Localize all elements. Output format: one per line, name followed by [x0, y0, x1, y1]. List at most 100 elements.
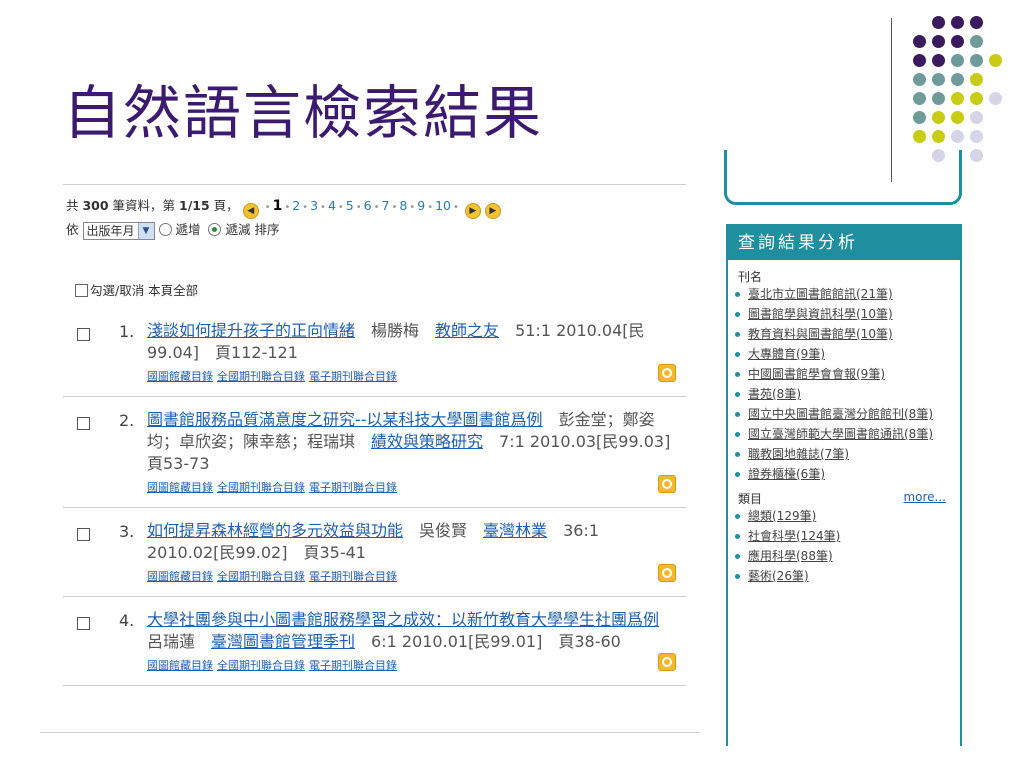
holding-links: 國圖館藏目錄 全國期刊聯合目錄 電子期刊聯合目錄: [147, 475, 680, 499]
decorative-dot: [951, 130, 964, 143]
holding-links: 國圖館藏目錄 全國期刊聯合目錄 電子期刊聯合目錄: [147, 564, 680, 588]
result-checkbox[interactable]: [77, 617, 90, 630]
sort-desc-radio[interactable]: [208, 223, 222, 236]
pager-separator: •: [264, 202, 271, 213]
decorative-dot: [970, 73, 983, 86]
holding-link[interactable]: 國圖館藏目錄: [147, 370, 213, 383]
result-citation: 6:1 2010.01[民99.01] 頁38-60: [371, 632, 621, 651]
journal-facet-link[interactable]: 職教園地雜誌(7筆): [748, 447, 849, 461]
page-link[interactable]: 3: [310, 198, 318, 213]
search-icon[interactable]: [658, 653, 676, 671]
page-link[interactable]: 8: [399, 198, 407, 213]
holding-link[interactable]: 全國期刊聯合目錄: [217, 570, 305, 583]
category-facet-item: 藝術(26筆): [735, 569, 950, 584]
journal-facet-link[interactable]: 臺北市立圖書館館訊(21筆): [748, 287, 893, 301]
pager-separator: •: [373, 202, 380, 213]
search-icon[interactable]: [658, 364, 676, 382]
page-link[interactable]: 7: [382, 198, 390, 213]
result-title-link[interactable]: 如何提昇森林經營的多元效益與功能: [147, 521, 403, 540]
result-journal-link[interactable]: 教師之友: [435, 321, 499, 340]
category-facet-link[interactable]: 藝術(26筆): [748, 569, 809, 583]
result-checkbox[interactable]: [77, 417, 90, 430]
journal-facet-link[interactable]: 證券櫃檯(6筆): [748, 467, 825, 481]
search-icon[interactable]: [658, 564, 676, 582]
page-link[interactable]: 5: [346, 198, 354, 213]
result-summary: 共 300 筆資料，第 1/15 頁， ◀ • 1 • 2 • 3 • 4 • 5 • 6 • 7 • 8 • 9…: [66, 195, 501, 219]
journal-facet-link[interactable]: 書苑(8筆): [748, 387, 801, 401]
pager-separator: •: [302, 202, 309, 213]
analysis-panel: 查詢結果分析 刊名 臺北市立圖書館館訊(21筆) 圖書館學與資訊科學(10筆) 教育…: [726, 224, 962, 746]
decorative-dot: [970, 92, 983, 105]
category-facet-link[interactable]: 應用科學(88筆): [748, 549, 833, 563]
holding-link[interactable]: 電子期刊聯合目錄: [309, 481, 397, 494]
select-all-row: 勾選/取消 本頁全部: [75, 280, 198, 299]
journal-facet-item: 中國圖書館學會會報(9筆): [735, 367, 950, 382]
category-facet-item: 社會科學(124筆): [735, 529, 950, 544]
pager-separator: •: [391, 202, 398, 213]
journal-facet-link[interactable]: 中國圖書館學會會報(9筆): [748, 367, 885, 381]
journal-facet-item: 職教園地雜誌(7筆): [735, 447, 950, 462]
holding-link[interactable]: 國圖館藏目錄: [147, 570, 213, 583]
journal-facet-link[interactable]: 教育資料與圖書館學(10筆): [748, 327, 893, 341]
holding-link[interactable]: 全國期刊聯合目錄: [217, 659, 305, 672]
first-page-icon[interactable]: ◀: [242, 203, 259, 219]
sort-bar: 依 出版年月 ▼ 遞增 遞減 排序: [66, 219, 279, 240]
category-facet-link[interactable]: 總類(129筆): [748, 509, 816, 523]
holding-link[interactable]: 電子期刊聯合目錄: [309, 370, 397, 383]
result-checkbox[interactable]: [77, 328, 90, 341]
journal-facet-item: 書苑(8筆): [735, 387, 950, 402]
result-journal-link[interactable]: 績效與策略研究: [371, 432, 483, 451]
result-checkbox[interactable]: [77, 528, 90, 541]
result-title-link[interactable]: 圖書館服務品質滿意度之研究--以某科技大學圖書館爲例: [147, 410, 543, 429]
more-link[interactable]: more...: [903, 490, 946, 504]
chevron-down-icon[interactable]: ▼: [137, 222, 154, 239]
journal-facet-link[interactable]: 圖書館學與資訊科學(10筆): [748, 307, 893, 321]
search-icon[interactable]: [658, 475, 676, 493]
decorative-dot: [970, 130, 983, 143]
page-link[interactable]: 6: [364, 198, 372, 213]
journal-facet-link[interactable]: 大專體育(9筆): [748, 347, 825, 361]
result-body: 淺談如何提升孩子的正向情緒 楊勝梅 教師之友 51:1 2010.04[民99.04…: [147, 320, 680, 388]
next-page-icon[interactable]: ▶: [464, 203, 481, 219]
decorative-dot: [932, 92, 945, 105]
sort-suffix: 排序: [254, 222, 280, 237]
category-facet-item: 應用科學(88筆): [735, 549, 950, 564]
current-page: 1/15: [179, 198, 210, 213]
decorative-dot: [970, 149, 983, 162]
result-journal-link[interactable]: 臺灣林業: [483, 521, 547, 540]
holding-link[interactable]: 電子期刊聯合目錄: [309, 570, 397, 583]
holding-link[interactable]: 全國期刊聯合目錄: [217, 370, 305, 383]
journal-facet-list: 臺北市立圖書館館訊(21筆) 圖書館學與資訊科學(10筆) 教育資料與圖書館學(10…: [728, 287, 960, 482]
page-link[interactable]: 2: [292, 198, 300, 213]
journal-facet-item: 教育資料與圖書館學(10筆): [735, 327, 950, 342]
page-link[interactable]: 10: [435, 198, 451, 213]
journal-facet-item: 證券櫃檯(6筆): [735, 467, 950, 482]
holding-link[interactable]: 國圖館藏目錄: [147, 481, 213, 494]
page-link[interactable]: 4: [328, 198, 336, 213]
holding-link[interactable]: 全國期刊聯合目錄: [217, 481, 305, 494]
sort-label: 依: [66, 222, 79, 237]
journal-facet-item: 圖書館學與資訊科學(10筆): [735, 307, 950, 322]
holding-link[interactable]: 電子期刊聯合目錄: [309, 659, 397, 672]
result-title-link[interactable]: 大學社團參與中小圖書館服務學習之成效：以新竹教育大學學生社團爲例: [147, 610, 659, 629]
sort-asc-radio[interactable]: [158, 223, 172, 236]
result-body: 圖書館服務品質滿意度之研究--以某科技大學圖書館爲例 彭金堂；鄭姿均；卓欣姿；陳幸…: [147, 409, 686, 499]
categories-label: 類目: [738, 492, 763, 506]
page-link[interactable]: 1: [273, 198, 283, 214]
pager-separator: •: [355, 202, 362, 213]
page-link[interactable]: 9: [417, 198, 425, 213]
decorative-dot: [932, 16, 945, 29]
last-page-icon[interactable]: ▶: [484, 203, 501, 219]
result-body: 大學社團參與中小圖書館服務學習之成效：以新竹教育大學學生社團爲例呂瑞蓮 臺灣圖書館…: [147, 609, 680, 677]
result-title-link[interactable]: 淺談如何提升孩子的正向情緒: [147, 321, 355, 340]
sort-asc-label: 遞增: [175, 222, 201, 237]
select-all-checkbox[interactable]: [75, 284, 88, 297]
decorative-dot: [970, 54, 983, 67]
sort-field-select[interactable]: 出版年月 ▼: [82, 221, 155, 240]
journal-facet-link[interactable]: 國立中央圖書館臺灣分館館刊(8筆): [748, 407, 933, 421]
journal-facet-link[interactable]: 國立臺灣師範大學圖書館通訊(8筆): [748, 427, 933, 441]
holding-link[interactable]: 國圖館藏目錄: [147, 659, 213, 672]
category-facet-link[interactable]: 社會科學(124筆): [748, 529, 840, 543]
holding-links: 國圖館藏目錄 全國期刊聯合目錄 電子期刊聯合目錄: [147, 364, 680, 388]
result-journal-link[interactable]: 臺灣圖書館管理季刊: [211, 632, 355, 651]
